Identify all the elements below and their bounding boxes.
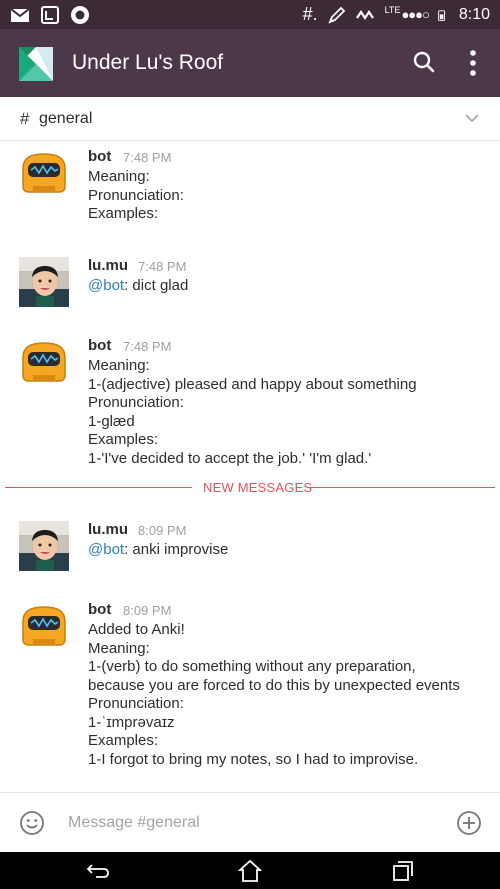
message-author[interactable]: lu.mu <box>88 257 128 274</box>
message-composer <box>0 792 500 852</box>
channel-header[interactable]: # general <box>0 97 500 141</box>
message-line: Added to Anki! <box>88 621 185 638</box>
message-line: @bot: anki improvise <box>88 541 228 560</box>
robot-avatar-icon[interactable] <box>19 601 69 651</box>
message-author[interactable]: bot <box>88 601 111 618</box>
new-messages-label: NEW MESSAGES <box>203 480 313 495</box>
status-time: 8:10 <box>458 5 490 23</box>
robot-avatar-icon[interactable] <box>19 337 69 387</box>
message-body: @bot: anki improvise <box>88 541 228 560</box>
message-line: Examples: <box>88 732 159 749</box>
message-input[interactable] <box>68 811 388 835</box>
hash-icon: #. <box>302 4 318 24</box>
message-body: @bot: dict glad <box>88 277 188 296</box>
emoji-icon[interactable] <box>19 810 45 836</box>
phone-icon <box>41 6 59 24</box>
channel-hash-icon: # <box>20 109 30 128</box>
divider-line-right <box>308 487 495 488</box>
notification-circle-icon <box>71 6 89 24</box>
network-label: LTE <box>384 4 401 15</box>
message-time: 7:48 PM <box>123 150 172 165</box>
home-icon[interactable] <box>237 858 263 884</box>
message-line: 1-'I've decided to accept the job.' 'I'm… <box>88 449 372 467</box>
back-icon[interactable] <box>84 858 110 884</box>
message-time: 8:09 PM <box>138 523 187 538</box>
message-line: 1-(verb) to do something without any pre… <box>88 658 416 675</box>
chevron-down-icon[interactable] <box>464 111 480 125</box>
message-time: 7:48 PM <box>138 259 187 274</box>
status-bar-left <box>10 5 90 25</box>
message-line: Meaning: <box>88 357 150 374</box>
search-icon[interactable] <box>410 49 438 77</box>
more-options-icon[interactable] <box>462 47 484 79</box>
message-line: Meaning: <box>88 639 150 657</box>
channel-name[interactable]: general <box>39 110 92 128</box>
app-bar: Under Lu's Roof <box>0 29 500 97</box>
mention-link[interactable]: @bot <box>88 277 124 294</box>
new-messages-divider: NEW MESSAGES <box>5 479 495 497</box>
message-text: : dict glad <box>124 277 189 294</box>
message-body: Meaning: Pronunciation: Examples: <box>88 168 184 224</box>
gmail-icon <box>10 8 30 22</box>
message-line: Examples: <box>88 205 159 222</box>
message-line: @bot: dict glad <box>88 277 188 296</box>
message-author[interactable]: lu.mu <box>88 521 128 538</box>
message-body: Added to Anki! Meaning: 1-(verb) to do s… <box>88 621 460 769</box>
add-attachment-icon[interactable] <box>456 810 482 836</box>
team-title[interactable]: Under Lu's Roof <box>72 51 223 75</box>
message-line: because you are forced to do this by une… <box>88 676 460 694</box>
message-author[interactable]: bot <box>88 337 111 354</box>
message-author[interactable]: bot <box>88 148 111 165</box>
recents-icon[interactable] <box>390 858 416 884</box>
mention-link[interactable]: @bot <box>88 541 124 558</box>
message-line: 1-ˈɪmprəvaɪz <box>88 713 175 731</box>
message-line: 1-(adjective) pleased and happy about so… <box>88 375 417 393</box>
battery-icon <box>438 9 445 21</box>
status-bar-right: #. LTE ●●●○ 8:10 <box>303 4 490 25</box>
message-text: : anki improvise <box>124 541 229 558</box>
signal-dots-icon: LTE ●●●○ <box>384 4 430 23</box>
message-body: Meaning: 1-(adjective) pleased and happy… <box>88 357 417 468</box>
message-line: Pronunciation: <box>88 394 184 411</box>
message-line: Examples: <box>88 431 159 448</box>
message-line: Meaning: <box>88 168 150 185</box>
wave-icon <box>355 9 374 20</box>
user-photo-avatar[interactable] <box>19 521 69 571</box>
status-bar: #. LTE ●●●○ 8:10 <box>0 0 500 29</box>
message-line: 1-glæd <box>88 412 135 430</box>
divider-line-left <box>5 487 192 488</box>
message-line: Pronunciation: <box>88 695 184 712</box>
team-logo-icon[interactable] <box>19 47 53 81</box>
message-line: 1-I forgot to bring my notes, so I had t… <box>88 750 419 768</box>
message-line: Pronunciation: <box>88 186 184 204</box>
message-time: 8:09 PM <box>123 603 172 618</box>
navigation-bar <box>0 852 500 889</box>
robot-avatar-icon[interactable] <box>19 148 69 198</box>
message-time: 7:48 PM <box>123 339 172 354</box>
user-photo-avatar[interactable] <box>19 257 69 307</box>
pen-icon <box>327 6 345 24</box>
